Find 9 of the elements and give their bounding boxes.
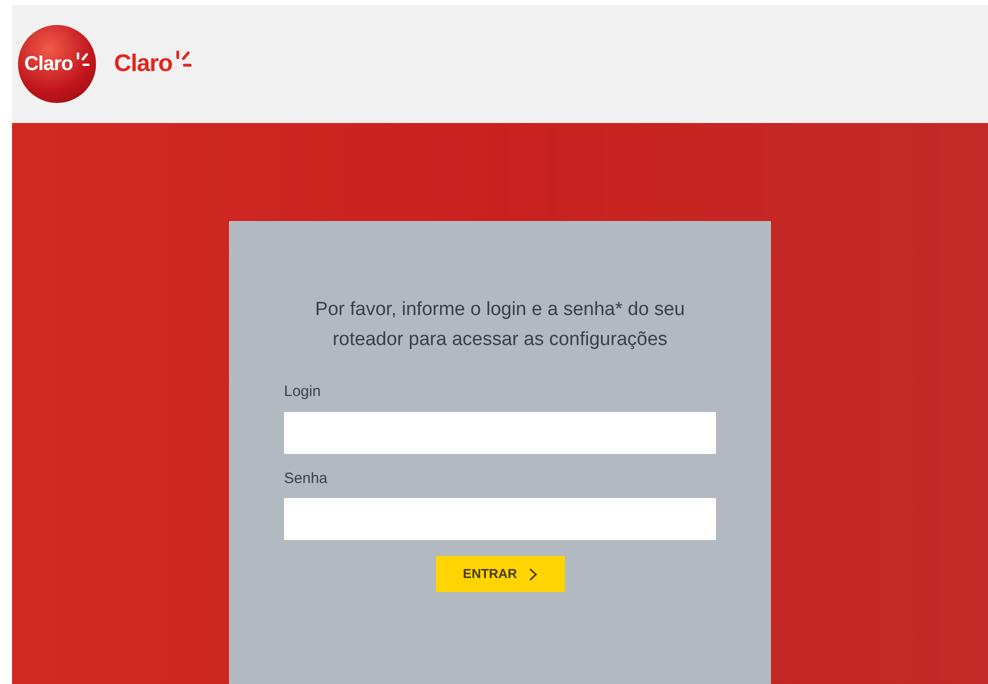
field-label: Login bbox=[284, 382, 321, 402]
input-field[interactable] bbox=[284, 498, 716, 540]
submit-button[interactable]: ENTRAR bbox=[436, 556, 564, 592]
chevron-right-icon bbox=[529, 568, 538, 580]
logo-text: Claro bbox=[24, 52, 73, 77]
logo-text: Claro bbox=[114, 49, 172, 79]
instruction-text: Por favor, informe o login e a senha* do seu roteador para acessar as configurações bbox=[314, 298, 686, 352]
field-label: Senha bbox=[284, 468, 328, 488]
input-field[interactable] bbox=[284, 412, 716, 454]
